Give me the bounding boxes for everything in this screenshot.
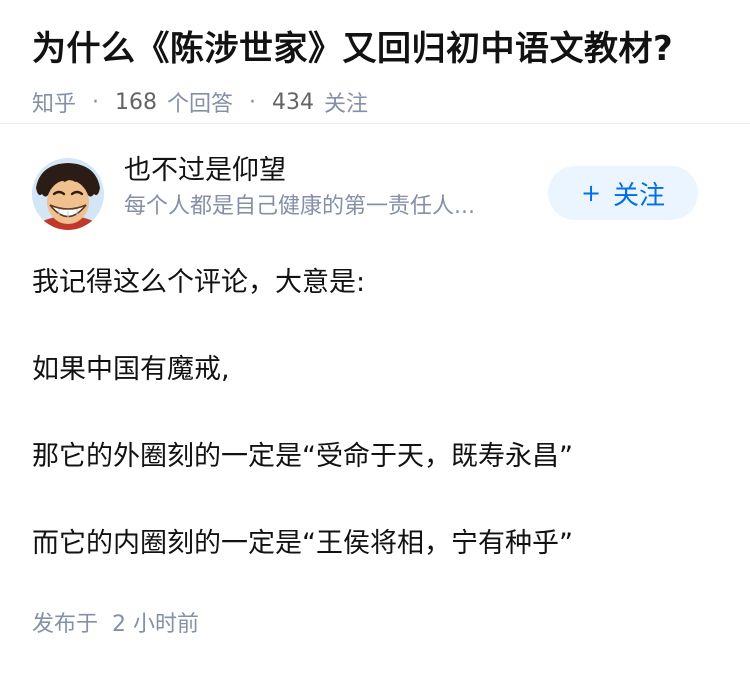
cartoon-avatar-icon [32,158,104,230]
answer-card: 也不过是仰望 每个人都是自己健康的第一责任人... + 关注 我记得这么个评论，… [0,154,750,638]
avatar[interactable] [32,158,104,230]
follower-count: 434 [272,89,315,115]
answer-count-label[interactable]: 个回答 [167,86,233,118]
author-row: 也不过是仰望 每个人都是自己健康的第一责任人... + 关注 [32,154,718,258]
meta-separator: · [249,89,257,115]
answer-content: 我记得这么个评论，大意是: 如果中国有魔戒, 那它的外圈刻的一定是“受命于天，既… [32,258,718,569]
author-info: 也不过是仰望 每个人都是自己健康的第一责任人... [124,154,534,222]
answer-paragraph: 那它的外圈刻的一定是“受命于天，既寿永昌” [32,441,573,472]
author-bio: 每个人都是自己健康的第一责任人... [124,194,475,219]
question-meta: 知乎 · 168 个回答 · 434 关注 [32,86,718,118]
answer-paragraph: 如果中国有魔戒, [32,354,230,385]
answer-paragraph: 我记得这么个评论，大意是: [32,267,366,298]
answer-paragraph: 而它的内圈刻的一定是“王侯将相，宁有种乎” [32,528,573,559]
question-title[interactable]: 为什么《陈涉世家》又回归初中语文教材? [32,26,718,72]
source-label[interactable]: 知乎 [32,86,76,118]
answer-count: 168 [115,89,158,115]
follow-button-label: 关注 [613,180,666,211]
author-name[interactable]: 也不过是仰望 [124,154,534,188]
follow-button[interactable]: + 关注 [548,166,698,220]
question-header: 为什么《陈涉世家》又回归初中语文教材? 知乎 · 168 个回答 · 434 关… [0,0,750,124]
meta-separator: · [92,89,100,115]
follower-count-label[interactable]: 关注 [324,86,368,118]
publish-time: 发布于 2 小时前 [32,612,199,637]
plus-icon: + [580,179,602,207]
